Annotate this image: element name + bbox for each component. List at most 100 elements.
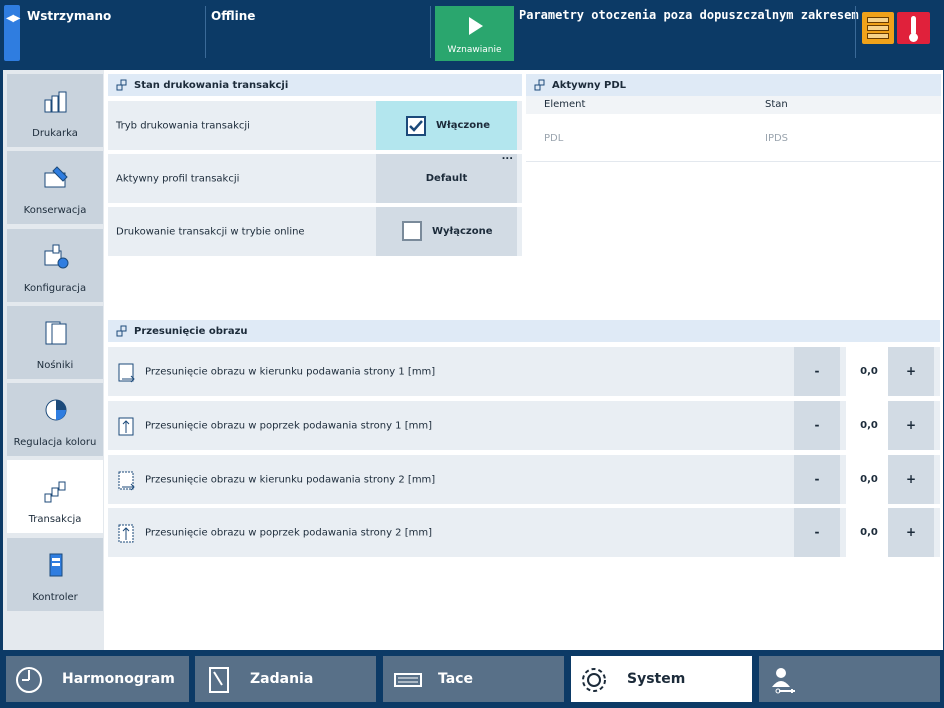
shift-value: 0,0 — [846, 508, 892, 557]
transaction-profile-row: Aktywny profil transakcji Default ... — [108, 151, 522, 203]
checkmark-icon — [409, 120, 423, 132]
column-header-element: Element — [544, 99, 586, 110]
toggle-value: Włączone — [436, 120, 491, 131]
connection-state-text: Offline — [211, 9, 256, 23]
sidebar-item-label: Transakcja — [28, 514, 82, 525]
shift-cross-icon — [118, 417, 134, 436]
shift-value: 0,0 — [846, 455, 892, 504]
shift-cross-icon — [118, 524, 134, 543]
controller-icon — [49, 553, 63, 577]
row-label: Aktywny profil transakcji — [116, 173, 240, 184]
decrement-button[interactable]: - — [794, 455, 840, 504]
tab-trays[interactable]: Tace — [383, 656, 564, 702]
printer-icon — [44, 91, 67, 113]
thermometer-icon[interactable] — [897, 12, 930, 44]
pdl-element-cell: PDL — [544, 133, 564, 144]
sidebar-item-media[interactable]: Nośniki — [7, 306, 103, 379]
user-key-icon — [772, 668, 795, 694]
sidebar-item-label: Kontroler — [32, 592, 78, 603]
online-transaction-toggle[interactable]: Wyłączone — [376, 207, 517, 256]
main-area: Drukarka Konserwacja Konfiguracja Nośnik… — [3, 70, 943, 650]
sidebar-item-transaction[interactable]: Transakcja — [7, 460, 103, 533]
shift-feed-icon — [118, 363, 135, 383]
media-icon — [45, 321, 67, 345]
section-title: Przesunięcie obrazu — [134, 326, 248, 337]
tab-jobs[interactable]: Zadania — [195, 656, 376, 702]
section-title: Aktywny PDL — [552, 80, 627, 91]
divider — [205, 6, 206, 58]
divider — [855, 6, 856, 58]
gear-icon — [582, 668, 606, 692]
play-icon — [469, 17, 483, 35]
row-label: Przesunięcie obrazu w poprzek podawania … — [145, 420, 432, 431]
sidebar-item-label: Konserwacja — [23, 205, 87, 216]
transaction-section-header: Stan drukowania transakcji — [108, 74, 522, 96]
row-label: Przesunięcie obrazu w kierunku podawania… — [145, 366, 436, 377]
image-shift-row-cross-side1: Przesunięcie obrazu w poprzek podawania … — [108, 401, 940, 450]
pdl-state-cell: IPDS — [765, 133, 789, 144]
sidebar-item-controller[interactable]: Kontroler — [7, 538, 103, 611]
table-row: PDL IPDS — [526, 114, 941, 162]
image-shift-section-header: Przesunięcie obrazu — [108, 320, 940, 342]
sidebar-item-label: Drukarka — [32, 128, 78, 139]
pause-state-indicator[interactable]: ◀▶ — [4, 5, 20, 61]
printer-state-text: Wstrzymano — [27, 9, 112, 23]
transaction-profile-button[interactable]: Default ... — [376, 151, 517, 203]
transaction-icon — [116, 79, 127, 91]
section-title: Stan drukowania transakcji — [134, 80, 289, 91]
column-header-state: Stan — [765, 99, 788, 110]
tab-user[interactable] — [759, 656, 940, 702]
pdl-icon — [534, 79, 545, 91]
sidebar-item-maintenance[interactable]: Konserwacja — [7, 151, 103, 224]
server-warning-icon[interactable] — [862, 12, 894, 44]
image-shift-row-feed-side2: Przesunięcie obrazu w kierunku podawania… — [108, 455, 940, 504]
increment-button[interactable]: + — [888, 401, 934, 450]
image-shift-row-cross-side2: Przesunięcie obrazu w poprzek podawania … — [108, 508, 940, 557]
resume-button-label: Wznawianie — [447, 45, 502, 55]
environment-message: Parametry otoczenia poza dopuszczalnym z… — [519, 8, 859, 22]
pause-icon: ◀▶ — [6, 13, 20, 24]
toggle-value: Wyłączone — [432, 226, 493, 237]
resume-button[interactable]: Wznawianie — [435, 6, 514, 61]
divider — [430, 6, 431, 58]
shift-feed-icon — [118, 471, 135, 491]
jobs-icon — [209, 667, 229, 693]
more-options-icon[interactable]: ... — [502, 151, 513, 162]
status-bar: ◀▶ Wstrzymano Offline Wznawianie Paramet… — [0, 0, 944, 66]
sidebar-item-configuration[interactable]: Konfiguracja — [7, 229, 103, 302]
decrement-button[interactable]: - — [794, 401, 840, 450]
transaction-mode-toggle[interactable]: Włączone — [376, 101, 517, 150]
tab-label: Harmonogram — [62, 671, 175, 687]
row-label: Drukowanie transakcji w trybie online — [116, 226, 305, 237]
sidebar: Drukarka Konserwacja Konfiguracja Nośnik… — [3, 70, 104, 650]
image-shift-row-feed-side1: Przesunięcie obrazu w kierunku podawania… — [108, 347, 940, 396]
tab-label: System — [627, 671, 686, 687]
shift-value: 0,0 — [846, 401, 892, 450]
configuration-icon — [44, 244, 69, 269]
tab-system[interactable]: System — [571, 656, 752, 702]
tab-schedule[interactable]: Harmonogram — [6, 656, 189, 702]
sidebar-item-label: Regulacja koloru — [13, 437, 97, 448]
pdl-section-header: Aktywny PDL — [526, 74, 941, 96]
checkbox-unchecked — [402, 221, 422, 241]
sidebar-item-printer[interactable]: Drukarka — [7, 74, 103, 147]
increment-button[interactable]: + — [888, 347, 934, 396]
transaction-icon — [44, 481, 66, 503]
sidebar-item-color[interactable]: Regulacja koloru — [7, 383, 103, 456]
increment-button[interactable]: + — [888, 508, 934, 557]
decrement-button[interactable]: - — [794, 508, 840, 557]
transaction-icon — [116, 325, 127, 337]
maintenance-icon — [44, 166, 68, 188]
transaction-mode-row: Tryb drukowania transakcji Włączone — [108, 101, 522, 150]
tab-label: Tace — [438, 671, 473, 687]
row-label: Tryb drukowania transakcji — [116, 120, 250, 131]
color-icon — [45, 399, 67, 421]
decrement-button[interactable]: - — [794, 347, 840, 396]
sidebar-item-label: Konfiguracja — [23, 283, 87, 294]
clock-icon — [16, 667, 42, 693]
sidebar-item-label: Nośniki — [36, 360, 74, 371]
tab-label: Zadania — [250, 671, 314, 687]
row-label: Przesunięcie obrazu w kierunku podawania… — [145, 474, 436, 485]
increment-button[interactable]: + — [888, 455, 934, 504]
online-transaction-row: Drukowanie transakcji w trybie online Wy… — [108, 207, 522, 256]
